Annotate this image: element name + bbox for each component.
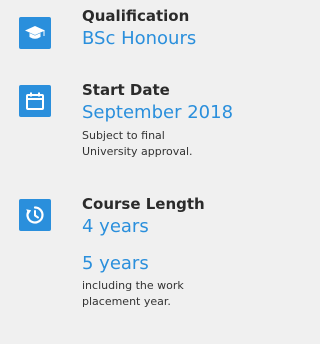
course-length-note: including the work placement year. — [82, 278, 205, 310]
start-date-note-line: Subject to final — [82, 129, 165, 142]
course-length-label: Course Length — [82, 195, 205, 213]
course-length-alt-value: 5 years — [82, 253, 149, 274]
clock-icon — [19, 199, 51, 231]
course-length-value: 4 years — [82, 216, 149, 237]
course-length-note-line: including the work — [82, 279, 184, 292]
start-date-note-line: University approval. — [82, 145, 193, 158]
qualification-value: BSc Honours — [82, 28, 197, 49]
start-date-value: September 2018 — [82, 102, 234, 123]
qualification-label: Qualification — [82, 7, 190, 25]
graduation-cap-icon — [19, 17, 51, 49]
start-date-note: Subject to final University approval. — [82, 128, 233, 160]
start-date-label: Start Date — [82, 81, 170, 99]
course-length-note-line: placement year. — [82, 295, 171, 308]
calendar-icon — [19, 85, 51, 117]
